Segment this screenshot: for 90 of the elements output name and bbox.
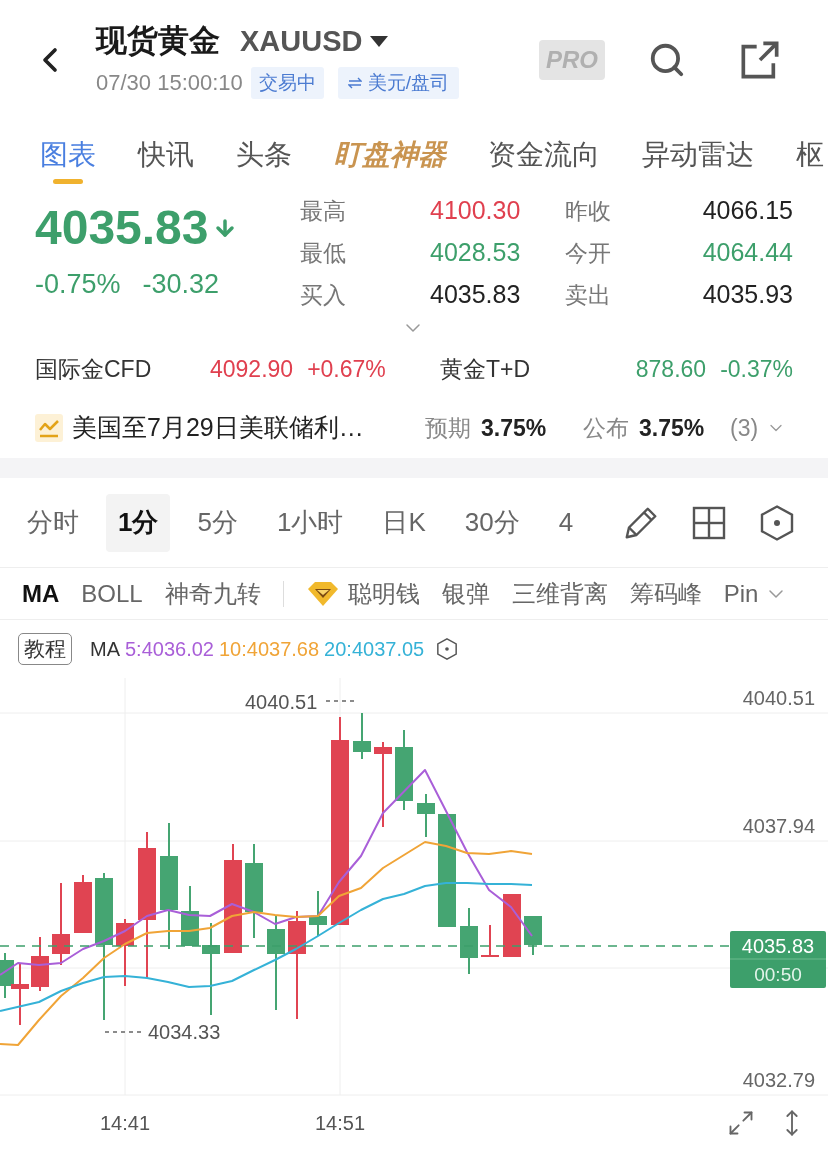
axis-price-label: 4032.79 [742,1069,815,1091]
candlestick [353,712,371,760]
event-count: (3) [730,413,759,443]
stat-label: 卖出 [565,280,611,310]
indicator-tab[interactable]: 三维背离 [511,575,608,612]
line-chart-icon [35,414,63,442]
candlestick [181,885,199,947]
indicator-tab[interactable]: 筹码峰 [629,575,702,612]
expected-value: 3.75% [481,413,547,443]
actual-value: 3.75% [639,413,705,443]
status-badge: 交易中 [250,67,324,99]
stat-label: 最高 [300,196,346,226]
time-axis-label: 14:41 [99,1110,151,1136]
stat-value: 4035.93 [702,279,793,311]
price-change-percent: -0.75% [35,268,121,300]
ma-value: 5:4036.02 [125,637,214,662]
indicator-tab[interactable]: 神奇九转 [164,575,261,612]
diamond-icon [307,581,338,606]
instrument-name[interactable]: 黄金T+D [440,355,531,382]
settings-icon[interactable] [759,504,795,541]
symbol-dropdown[interactable]: XAUUSD [240,21,389,61]
instrument-title: 现货黄金 [96,22,220,60]
unit-switch-button[interactable]: 美元/盘司 [337,67,460,99]
event-title[interactable]: 美国至7月29日美联储利… [72,413,364,442]
current-price-label: 4035.83 [741,935,815,957]
tab[interactable]: 枢 [796,120,824,190]
stat-value: 4064.44 [702,237,793,269]
settings-icon[interactable] [436,638,459,660]
ma-value: 20:4037.05 [324,637,425,662]
stat-label: 今开 [565,238,611,268]
period-tab[interactable]: 日K [370,493,438,552]
instrument-name[interactable]: 国际金CFD [35,355,152,382]
period-tab[interactable]: 30分 [452,493,532,552]
swap-icon [347,77,362,89]
tab[interactable]: 资金流向 [488,120,600,190]
stat-label: 买入 [300,280,346,310]
candlestick [0,952,14,999]
period-tab[interactable]: 分时 [15,493,91,552]
candlestick [74,874,92,934]
period-tab[interactable]: 1分 [106,493,171,552]
tab[interactable]: 快讯 [138,120,194,190]
stat-label: 昨收 [565,196,611,226]
period-tab[interactable]: 1小时 [264,493,356,552]
instrument-change: +0.67% [307,354,386,384]
candlestick [31,936,49,992]
quote-timestamp: 07/30 15:00:10 [96,69,243,97]
search-icon [648,41,686,79]
candlestick [481,924,499,958]
indicator-tab[interactable]: Pin [723,575,759,612]
axis-price-label: 4037.94 [742,815,815,837]
time-axis-label: 14:51 [314,1110,366,1136]
indicator-tab[interactable]: 银弹 [441,575,490,612]
countdown-timer: 00:50 [754,964,802,985]
period-tab[interactable]: 4 [546,493,586,552]
ma-label: MA [90,637,120,662]
instrument-change: -0.37% [720,354,793,384]
dropdown-triangle-icon [370,35,389,47]
tutorial-button[interactable]: 教程 [18,633,72,665]
last-price: 4035.83 [35,200,209,256]
price-change: -30.32 [142,268,220,300]
stat-value: 4028.53 [430,237,521,269]
indicator-tab[interactable]: 聪明钱 [307,575,420,612]
actual-label: 公布 [583,413,629,443]
expected-label: 预期 [425,413,471,443]
candlestick [503,893,521,958]
indicator-tab[interactable]: MA [22,575,60,612]
period-tab[interactable]: 5分 [185,493,250,552]
candlestick [460,907,478,975]
tab[interactable]: 头条 [236,120,292,190]
tab[interactable]: 异动雷达 [642,120,754,190]
low-price-marker: 4034.33 [148,1021,221,1043]
instrument-price: 4092.90 [210,354,294,384]
stat-label: 最低 [300,238,346,268]
instrument-price: 878.60 [635,354,707,384]
high-price-marker: 4040.51 [245,691,318,713]
candlestick [116,918,134,987]
indicator-tab[interactable]: BOLL [81,575,143,612]
tab[interactable]: 图表 [40,120,96,190]
candlestick [524,915,542,956]
axis-price-label: 4040.51 [742,687,815,709]
stat-value: 4100.30 [430,195,521,227]
candlestick [309,890,327,937]
leader-line [104,1031,143,1033]
stat-value: 4035.83 [430,279,521,311]
ma-value: 10:4037.68 [219,637,320,662]
share-icon [740,40,780,80]
stat-value: 4066.15 [702,195,793,227]
candlestick [11,962,29,1026]
grid-icon[interactable] [691,504,727,541]
candlestick [417,793,435,838]
